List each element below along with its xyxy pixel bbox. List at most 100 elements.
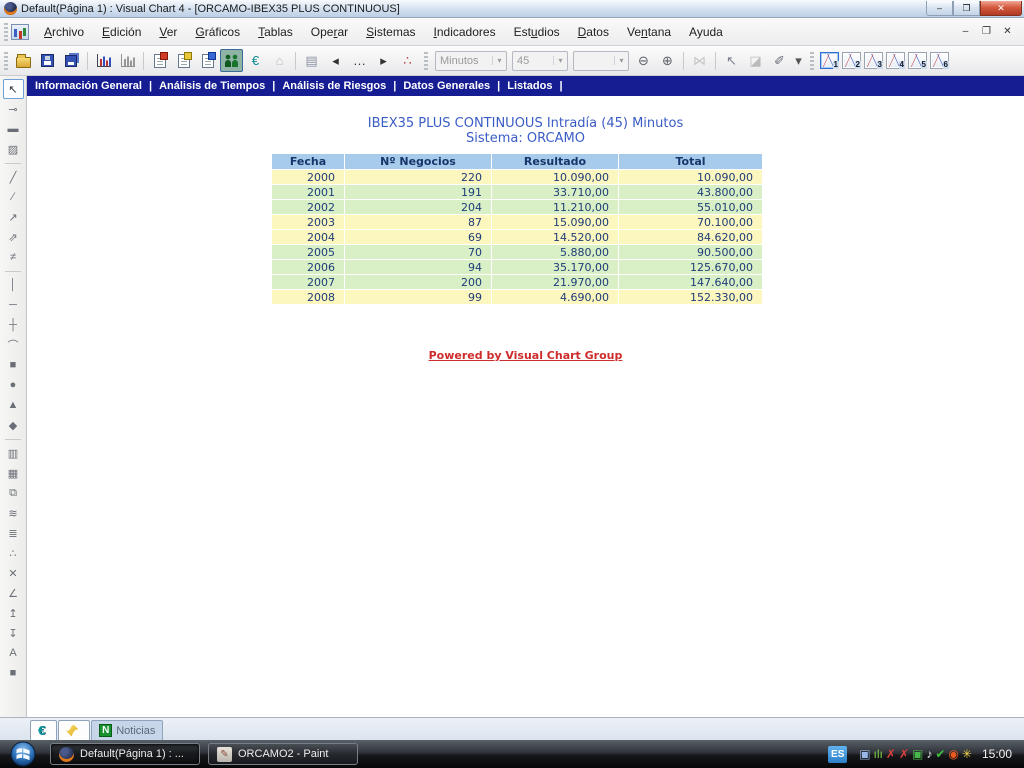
- save-button[interactable]: [36, 49, 59, 72]
- signal-bars-icon[interactable]: ılı: [874, 748, 883, 760]
- chart-preset-button[interactable]: 5: [908, 52, 927, 69]
- menubar-grip[interactable]: [4, 23, 8, 41]
- bar-chart-disabled-button[interactable]: [116, 49, 139, 72]
- toolbar-grip[interactable]: [4, 52, 8, 70]
- nav-item[interactable]: Datos Generales: [403, 80, 490, 92]
- grid-pane-tool[interactable]: ▦: [3, 463, 24, 483]
- nav-item[interactable]: Análisis de Tiempos: [159, 80, 265, 92]
- swatch-tool[interactable]: ▬: [3, 119, 24, 139]
- arrow-line-tool[interactable]: ↗: [3, 207, 24, 227]
- chart-preset-button[interactable]: 3: [864, 52, 883, 69]
- erase-draw-dropdown[interactable]: ▾: [792, 49, 805, 72]
- trend-line-tool[interactable]: ╱: [3, 167, 24, 187]
- network-error-icon[interactable]: ✗: [886, 748, 896, 760]
- powered-by-link[interactable]: Powered by Visual Chart Group: [429, 349, 623, 362]
- compress-bars-button[interactable]: ⋈: [688, 49, 711, 72]
- clock[interactable]: 15:00: [982, 747, 1012, 761]
- task-visualchart[interactable]: Default(Página 1) : ...: [50, 743, 200, 765]
- update-check-icon[interactable]: ✔: [935, 748, 945, 760]
- chart-preset-button[interactable]: 2: [842, 52, 861, 69]
- volume-icon[interactable]: ♪: [926, 748, 932, 760]
- scatter-tool[interactable]: ∴: [3, 543, 24, 563]
- next-page-button[interactable]: ▸: [372, 49, 395, 72]
- properties-button[interactable]: ▤: [300, 49, 323, 72]
- arc-tool[interactable]: ⌒: [3, 335, 24, 355]
- semilog-line-tool[interactable]: ∕: [3, 187, 24, 207]
- chart-window-tool[interactable]: ⧉: [3, 483, 24, 503]
- save-all-button[interactable]: [60, 49, 83, 72]
- computer-icon[interactable]: ▣: [859, 748, 870, 760]
- task-paint[interactable]: ORCAMO2 - Paint: [208, 743, 358, 765]
- text-tool[interactable]: A: [3, 643, 24, 663]
- pin-tool[interactable]: ⊸: [3, 99, 24, 119]
- fan-lines-tool[interactable]: ≋: [3, 503, 24, 523]
- tab-pin[interactable]: [58, 720, 90, 740]
- menu-item[interactable]: Estudios: [505, 22, 569, 42]
- prev-page-button[interactable]: ◂: [324, 49, 347, 72]
- nav-item[interactable]: Información General: [35, 80, 142, 92]
- record-ring-icon[interactable]: ◉: [948, 748, 958, 760]
- pointer-box-button[interactable]: ◪: [744, 49, 767, 72]
- menu-item[interactable]: Tablas: [249, 22, 302, 42]
- split-pane-tool[interactable]: ▥: [3, 443, 24, 463]
- beacon-icon[interactable]: ✳: [962, 748, 972, 760]
- open-button[interactable]: [12, 49, 35, 72]
- menu-item[interactable]: Operar: [302, 22, 357, 42]
- restore-button[interactable]: ❐: [953, 1, 980, 16]
- new-mixed-page-button[interactable]: [196, 49, 219, 72]
- units-combo[interactable]: ▾: [573, 51, 629, 71]
- nav-item[interactable]: Listados: [507, 80, 552, 92]
- menu-item[interactable]: Archivo: [35, 22, 93, 42]
- market-depth-button[interactable]: ⌂: [268, 49, 291, 72]
- menu-item[interactable]: Edición: [93, 22, 150, 42]
- expand-up-tool[interactable]: ↥: [3, 603, 24, 623]
- menu-item[interactable]: Sistemas: [357, 22, 424, 42]
- angle-tool[interactable]: ∠: [3, 583, 24, 603]
- mdi-close-button[interactable]: ✕: [999, 24, 1016, 39]
- euro-button[interactable]: €: [244, 49, 267, 72]
- page-list-button[interactable]: …: [348, 49, 371, 72]
- ray-tool[interactable]: ⇗: [3, 227, 24, 247]
- compression-combo[interactable]: Minutos▾: [435, 51, 507, 71]
- rectangle-tool[interactable]: ■: [3, 355, 24, 375]
- pattern-rect-tool[interactable]: ▨: [3, 139, 24, 159]
- close-button[interactable]: ✕: [980, 1, 1022, 16]
- start-button[interactable]: [10, 741, 36, 767]
- link-windows-button[interactable]: ∴: [396, 49, 419, 72]
- vertical-line-tool[interactable]: │: [3, 275, 24, 295]
- zoom-out-button[interactable]: ⊖: [632, 49, 655, 72]
- bar-chart-button[interactable]: [92, 49, 115, 72]
- horizontal-line-tool[interactable]: ─: [3, 295, 24, 315]
- tab-euro[interactable]: €: [30, 720, 57, 740]
- menu-item[interactable]: Ayuda: [680, 22, 732, 42]
- diamond-tool[interactable]: ◆: [3, 415, 24, 435]
- triangle-tool[interactable]: ▲: [3, 395, 24, 415]
- network-error2-icon[interactable]: ✗: [899, 748, 909, 760]
- menu-item[interactable]: Ver: [150, 22, 186, 42]
- child-window-icon[interactable]: [11, 24, 29, 40]
- menu-item[interactable]: Datos: [569, 22, 618, 42]
- cross-tool[interactable]: ┼: [3, 315, 24, 335]
- display-ok-icon[interactable]: ▣: [912, 748, 923, 760]
- menu-item[interactable]: Gráficos: [186, 22, 249, 42]
- parallel-lines-tool[interactable]: ≠: [3, 247, 24, 267]
- erase-draw-button[interactable]: ✐: [768, 49, 791, 72]
- mdi-restore-button[interactable]: ❐: [978, 24, 995, 39]
- chart-preset-button[interactable]: 6: [930, 52, 949, 69]
- zoom-in-button[interactable]: ⊕: [656, 49, 679, 72]
- new-quote-page-button[interactable]: [172, 49, 195, 72]
- notes-tool[interactable]: ≣: [3, 523, 24, 543]
- mdi-minimize-button[interactable]: –: [957, 24, 974, 39]
- strike-tool[interactable]: ✕: [3, 563, 24, 583]
- new-chart-page-button[interactable]: [148, 49, 171, 72]
- systems-button[interactable]: [220, 49, 243, 72]
- pointer-button[interactable]: ↖: [720, 49, 743, 72]
- menu-item[interactable]: Ventana: [618, 22, 680, 42]
- interval-combo[interactable]: 45▾: [512, 51, 568, 71]
- nav-item[interactable]: Análisis de Riesgos: [282, 80, 386, 92]
- block-tool[interactable]: ■: [3, 663, 24, 683]
- minimize-button[interactable]: –: [926, 1, 953, 16]
- tab-noticias[interactable]: NNoticias: [91, 720, 163, 740]
- chart-preset-button[interactable]: 4: [886, 52, 905, 69]
- chart-preset-button[interactable]: 1: [820, 52, 839, 69]
